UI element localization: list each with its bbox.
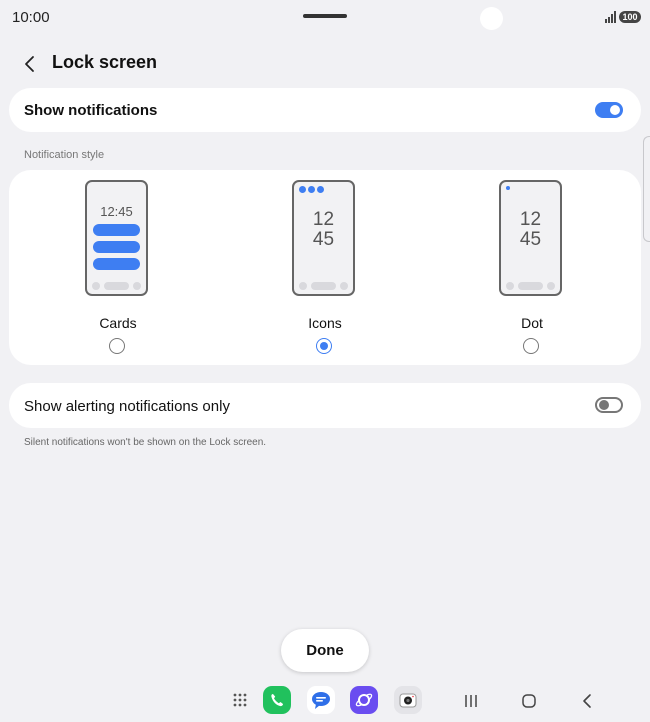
page-title: Lock screen — [52, 52, 158, 72]
planet-icon — [355, 693, 373, 707]
grid-icon — [233, 693, 247, 707]
nav-back-button[interactable] — [574, 688, 600, 714]
status-time: 10:00 — [12, 9, 50, 26]
taskbar — [0, 680, 650, 722]
preview-time: 12:45 — [100, 204, 133, 219]
notification-icon — [299, 186, 306, 193]
dot-radio[interactable] — [523, 338, 539, 354]
app-drawer-icon[interactable] — [226, 686, 254, 714]
icons-preview: 12 45 — [292, 180, 355, 296]
back-button[interactable] — [16, 50, 44, 78]
notification-card — [93, 258, 140, 270]
phone-app-icon[interactable] — [263, 686, 291, 714]
show-notifications-row[interactable]: Show notifications — [9, 88, 641, 132]
style-option-icons[interactable]: 12 45 Icons — [265, 180, 385, 360]
style-option-label: Icons — [308, 315, 342, 331]
style-option-cards[interactable]: 12:45 Cards — [58, 180, 178, 360]
top-handle — [303, 14, 347, 18]
cards-radio[interactable] — [109, 338, 125, 354]
toggle-knob — [599, 400, 609, 410]
alerting-helper-text: Silent notifications won't be shown on t… — [24, 437, 267, 448]
show-notifications-label: Show notifications — [24, 102, 158, 119]
chevron-left-icon — [25, 56, 34, 72]
camera-cutout — [480, 7, 503, 30]
back-icon — [583, 694, 591, 708]
preview-bottom-bar — [92, 282, 141, 290]
camera-icon — [399, 693, 417, 708]
preview-hour: 12 — [312, 209, 335, 230]
alerting-only-label: Show alerting notifications only — [24, 398, 230, 415]
signal-icon — [605, 11, 616, 23]
alerting-only-row[interactable]: Show alerting notifications only — [9, 383, 641, 428]
icons-radio[interactable] — [316, 338, 332, 354]
header: Lock screen — [0, 46, 650, 80]
status-bar: 10:00 100 — [0, 0, 650, 36]
notification-dot — [506, 186, 510, 190]
home-icon — [522, 694, 536, 708]
notification-style-card: 12:45 Cards 12 45 Icons 12 45 Dot — [9, 170, 641, 365]
style-option-label: Cards — [99, 315, 137, 331]
preview-hour: 12 — [519, 209, 542, 230]
message-bubble-icon — [312, 692, 330, 709]
notification-card — [93, 241, 140, 253]
preview-bottom-bar — [506, 282, 555, 290]
notification-style-section-label: Notification style — [24, 149, 105, 161]
messages-app-icon[interactable] — [307, 686, 335, 714]
notification-icon — [308, 186, 315, 193]
dot-preview: 12 45 — [499, 180, 562, 296]
preview-minute: 45 — [519, 229, 542, 250]
recents-button[interactable] — [458, 688, 484, 714]
toggle-knob — [610, 105, 620, 115]
internet-app-icon[interactable] — [350, 686, 378, 714]
show-notifications-toggle[interactable] — [595, 102, 623, 118]
notification-card — [93, 224, 140, 236]
notification-icon — [317, 186, 324, 193]
camera-app-icon[interactable] — [394, 686, 422, 714]
phone-icon — [271, 694, 283, 707]
preview-bottom-bar — [299, 282, 348, 290]
done-button[interactable]: Done — [281, 629, 369, 672]
style-option-label: Dot — [521, 315, 543, 331]
style-option-dot[interactable]: 12 45 Dot — [472, 180, 592, 360]
preview-minute: 45 — [312, 229, 335, 250]
cards-preview: 12:45 — [85, 180, 148, 296]
battery-icon: 100 — [619, 11, 641, 23]
home-button[interactable] — [516, 688, 542, 714]
recents-icon — [465, 695, 477, 707]
alerting-only-toggle[interactable] — [595, 397, 623, 413]
edge-panel-handle[interactable] — [643, 136, 650, 242]
